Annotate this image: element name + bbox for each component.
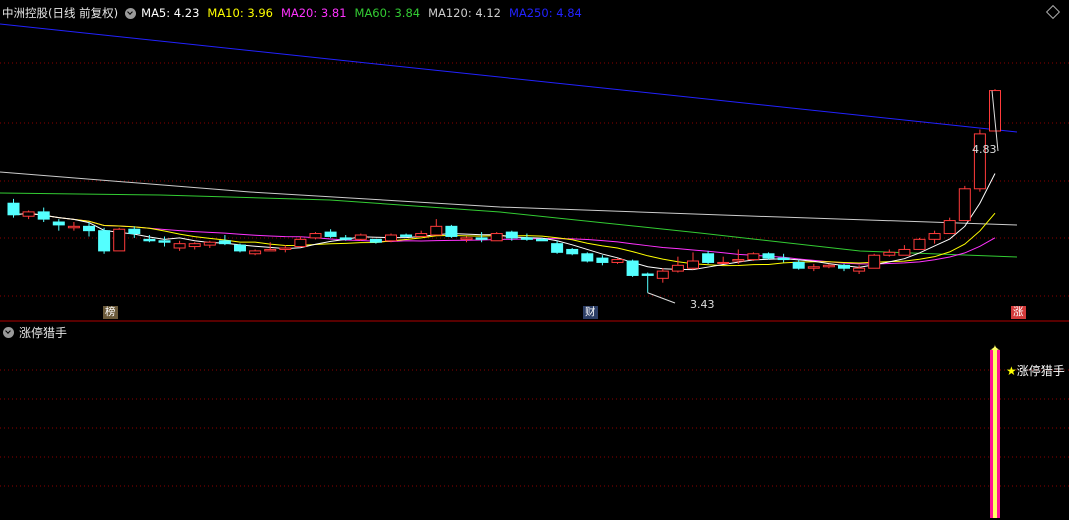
candle-body [671, 264, 684, 272]
candle-body [279, 247, 292, 250]
ma60-line [0, 192, 1018, 258]
signal-text: 涨停猎手 [1016, 364, 1065, 378]
candle-body [188, 243, 201, 248]
candle-body [128, 228, 141, 235]
kline-chart[interactable]: ✦ [0, 0, 1069, 520]
candle-body [505, 231, 518, 239]
butterfly-icon: ✦ [990, 343, 1001, 358]
candle-body [264, 248, 277, 252]
candle-body [234, 244, 246, 252]
candle-body [158, 240, 171, 243]
candle-body [218, 240, 231, 245]
candle-body [838, 264, 850, 269]
candle-body [415, 233, 428, 237]
candle-body [67, 225, 80, 229]
candle-body [928, 233, 941, 240]
candle-body [581, 253, 594, 262]
candle-body [52, 221, 65, 226]
candle-body [400, 234, 413, 237]
candle-body [566, 248, 579, 255]
candle-body [294, 238, 307, 248]
candle-body [37, 211, 50, 220]
candle-body [732, 259, 745, 262]
candle-body [173, 243, 186, 249]
candlesticks [7, 89, 1001, 293]
candle-body [143, 238, 156, 242]
ma250-line [0, 23, 1018, 133]
flag-bang[interactable]: 榜 [103, 306, 118, 319]
candle-body [702, 253, 715, 263]
flag-cai[interactable]: 财 [583, 306, 598, 319]
candle-body [762, 253, 775, 259]
candle-body [339, 237, 352, 240]
candle-body [520, 237, 533, 240]
candle-body [913, 238, 926, 250]
candle-body [249, 250, 262, 255]
ma120-line [0, 171, 1018, 226]
indicator-title: 涨停猎手 [19, 326, 68, 340]
candle-body [898, 248, 911, 256]
candle-body [324, 231, 337, 237]
candle-body [943, 220, 956, 235]
price-annotations [647, 90, 999, 304]
candle-body [611, 259, 624, 263]
candle-body [551, 243, 564, 253]
candle-body [7, 202, 20, 216]
candle-body [656, 270, 669, 279]
candle-body [883, 251, 896, 256]
candle-body [430, 225, 443, 236]
candle-body [641, 273, 654, 276]
candle-body [490, 233, 503, 242]
high-price-label: 4.83 [972, 143, 997, 156]
candle-body [747, 253, 760, 261]
indicator-bars: ✦ [990, 343, 1001, 518]
candle-body [354, 234, 367, 240]
candle-body [868, 254, 881, 269]
candle-body [853, 267, 866, 272]
candle-body [536, 238, 548, 242]
candle-body [792, 261, 805, 269]
grid-lines [0, 62, 1069, 487]
candle-body [596, 257, 609, 263]
star-icon: ★ [1006, 364, 1017, 378]
candle-body [22, 211, 35, 217]
candle-body [83, 225, 95, 232]
low-price-label: 3.43 [690, 298, 715, 311]
candle-body [958, 188, 971, 222]
candle-body [822, 264, 835, 268]
ma5-line [13, 173, 996, 271]
chevron-down-icon[interactable] [3, 327, 14, 338]
indicator-header: 涨停猎手 [2, 324, 67, 341]
signal-label: ★涨停猎手 [1006, 362, 1065, 379]
candle-body [717, 261, 730, 264]
signal-bar-core [993, 350, 997, 518]
candle-body [687, 260, 699, 269]
candle-body [807, 266, 820, 269]
candle-body [460, 237, 473, 240]
candle-body [203, 241, 216, 246]
candle-body [475, 237, 488, 240]
flag-zhang[interactable]: 涨 [1011, 306, 1026, 319]
candle-body [445, 225, 458, 237]
candle-body [626, 260, 639, 276]
candle-body [369, 238, 382, 243]
candle-body [309, 233, 322, 239]
candle-body [113, 228, 126, 252]
low-pointer [647, 292, 676, 304]
candle-body [385, 234, 397, 242]
candle-body [777, 257, 790, 261]
candle-body [98, 230, 111, 252]
